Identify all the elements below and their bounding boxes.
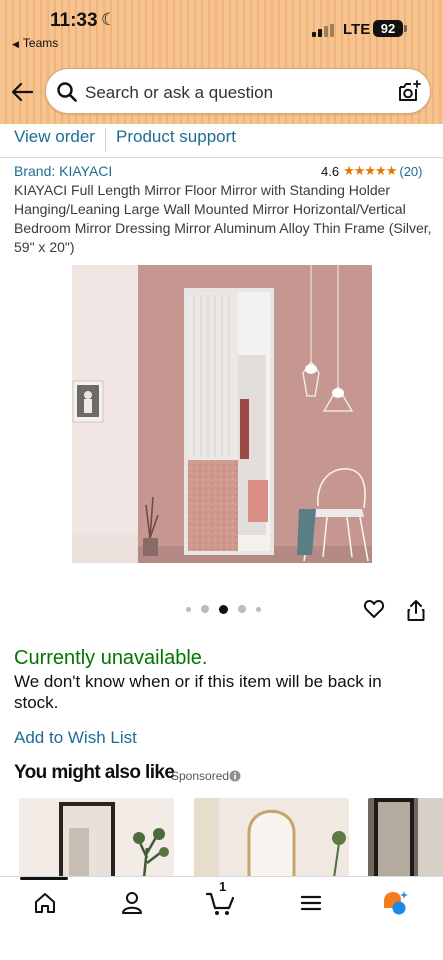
carousel-dot-active[interactable]: [219, 604, 228, 614]
carousel-dot[interactable]: [186, 606, 191, 612]
camera-lens-icon[interactable]: [396, 79, 422, 105]
battery-cap: [404, 25, 407, 32]
arched-mirror-thumbnail: [194, 798, 349, 878]
star-rating-icon: ★★★★★: [343, 163, 397, 178]
back-to-app-link[interactable]: ◀ Teams: [12, 36, 58, 50]
moon-icon: ☾: [101, 10, 117, 29]
mirror-thumbnail: [19, 798, 174, 878]
floor-mirror-thumbnail: [368, 798, 443, 878]
availability-status: Currently unavailable.: [14, 647, 208, 669]
carousel-dot[interactable]: [238, 605, 246, 613]
menu-icon[interactable]: [297, 889, 325, 917]
info-icon[interactable]: [229, 770, 241, 782]
status-time: 11:33: [50, 10, 98, 31]
recommended-product-1[interactable]: [19, 798, 174, 878]
network-type: LTE: [343, 21, 371, 38]
account-icon[interactable]: [118, 889, 146, 917]
carousel-dot[interactable]: [201, 605, 209, 613]
back-app-name: Teams: [22, 36, 59, 50]
cart-count-badge: 1: [219, 879, 227, 894]
order-links-row: View order Product support: [0, 124, 443, 158]
rufus-icon[interactable]: [381, 889, 409, 917]
sponsored-label: Sponsored: [171, 769, 230, 783]
product-support-link[interactable]: Product support: [116, 127, 236, 147]
mirror-room-photo: [72, 265, 372, 563]
search-bar[interactable]: Search or ask a question: [45, 68, 431, 114]
product-image[interactable]: [72, 265, 372, 563]
view-order-link[interactable]: View order: [14, 127, 95, 147]
availability-message: We don't know when or if this item will …: [14, 672, 382, 712]
recommended-product-2[interactable]: [194, 798, 349, 878]
search-icon: [57, 82, 77, 102]
recommended-product-3[interactable]: [368, 798, 443, 878]
product-title: KIAYACI Full Length Mirror Floor Mirror …: [14, 182, 432, 255]
heart-icon[interactable]: [363, 598, 385, 620]
brand-link[interactable]: Brand: KIAYACI: [14, 163, 112, 179]
add-to-wish-list-link[interactable]: Add to Wish List: [14, 728, 137, 748]
signal-icon: [312, 24, 336, 37]
home-icon[interactable]: [31, 889, 59, 917]
review-count: (20): [399, 163, 423, 179]
active-tab-indicator: [20, 877, 68, 880]
back-triangle-icon: ◀: [12, 39, 19, 49]
carousel-dot[interactable]: [256, 606, 261, 612]
bottom-navigation: 1: [0, 876, 443, 960]
rating-value: 4.6: [321, 163, 340, 179]
link-divider: [105, 128, 106, 152]
search-input[interactable]: Search or ask a question: [85, 83, 273, 103]
image-carousel-dots[interactable]: [186, 604, 271, 614]
recommendations-heading: You might also like: [14, 762, 175, 783]
battery-icon: 92: [373, 20, 403, 37]
app-header: 11:33 ☾ ◀ Teams LTE 92 Search or ask a qu…: [0, 0, 443, 124]
back-arrow-icon[interactable]: [10, 80, 36, 104]
rating-summary[interactable]: 4.6 ★★★★★ (20): [321, 163, 422, 179]
share-icon[interactable]: [405, 598, 427, 622]
